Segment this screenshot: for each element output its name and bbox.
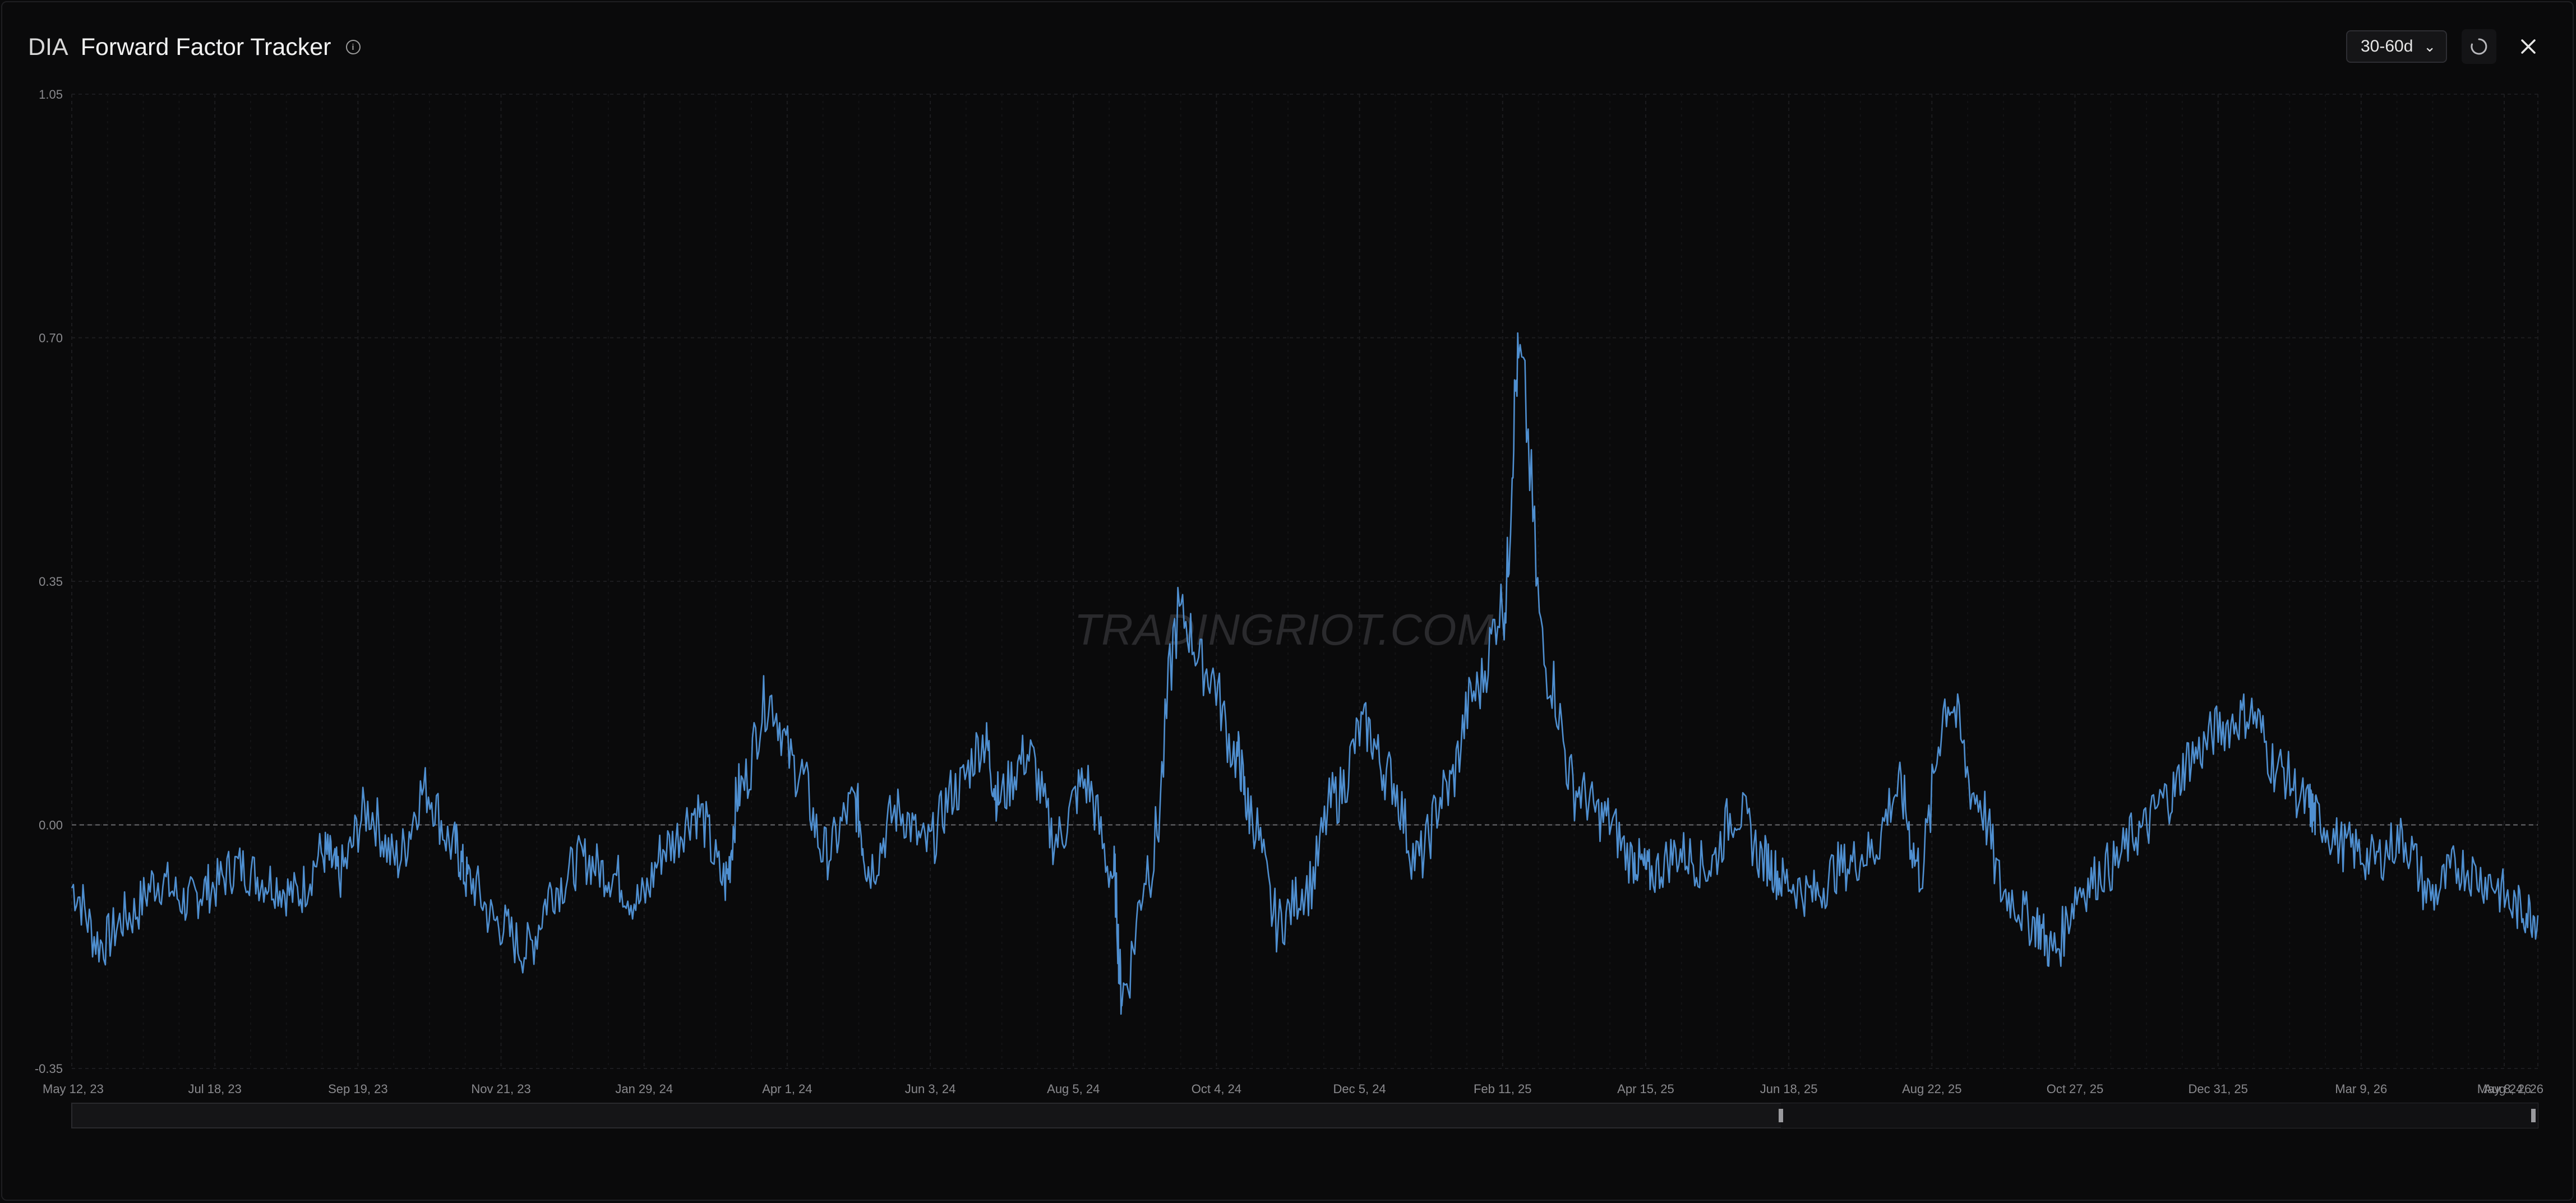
navigator-handle-left bbox=[1779, 1109, 1783, 1122]
x-tick-label: Aug 24, 26 bbox=[2484, 1082, 2543, 1096]
x-tick-label: Jul 18, 23 bbox=[188, 1082, 241, 1096]
x-tick-label: Jun 3, 24 bbox=[905, 1082, 956, 1096]
x-tick-label: Jan 29, 24 bbox=[615, 1082, 673, 1096]
x-tick-label: Aug 5, 24 bbox=[1047, 1082, 1100, 1096]
watermark: TRADINGRIOT.COM bbox=[1074, 605, 1494, 654]
series-line bbox=[71, 332, 2539, 1015]
x-tick-label: Dec 5, 24 bbox=[1333, 1082, 1386, 1096]
navigator-handle-right bbox=[2531, 1109, 2536, 1122]
navigator-selection bbox=[1781, 1103, 2538, 1128]
x-tick-label: Jun 18, 25 bbox=[1760, 1082, 1818, 1096]
x-tick-label: Oct 27, 25 bbox=[2047, 1082, 2104, 1096]
x-tick-label: Apr 15, 25 bbox=[1617, 1082, 1674, 1096]
y-axis: 1.05 0.70 0.35 0.00 -0.35 bbox=[35, 87, 63, 1076]
x-tick-label: Oct 4, 24 bbox=[1192, 1082, 1241, 1096]
x-tick-label: Mar 9, 26 bbox=[2335, 1082, 2387, 1096]
x-axis: May 12, 23 Jul 18, 23 Sep 19, 23 Nov 21, 23… bbox=[43, 1082, 2543, 1096]
x-tick-label: Feb 11, 25 bbox=[1474, 1082, 1532, 1096]
x-tick-label: May 12, 23 bbox=[43, 1082, 104, 1096]
x-tick-label: Apr 1, 24 bbox=[762, 1082, 812, 1096]
y-tick-label: 0.00 bbox=[39, 818, 63, 832]
grid bbox=[71, 94, 2538, 1069]
line-chart: TRADINGRIOT.COM 1.05 0.70 0.35 0.00 -0.35 Ma… bbox=[35, 87, 2543, 1128]
y-tick-label: 0.35 bbox=[39, 575, 63, 589]
y-tick-label: -0.35 bbox=[35, 1062, 63, 1076]
x-tick-label: Aug 22, 25 bbox=[1902, 1082, 1961, 1096]
y-tick-label: 0.70 bbox=[39, 331, 63, 345]
y-tick-label: 1.05 bbox=[39, 87, 63, 101]
range-navigator[interactable] bbox=[71, 1103, 2538, 1128]
x-tick-label: Dec 31, 25 bbox=[2188, 1082, 2247, 1096]
x-tick-label: Nov 21, 23 bbox=[471, 1082, 530, 1096]
x-tick-label: Sep 19, 23 bbox=[328, 1082, 387, 1096]
